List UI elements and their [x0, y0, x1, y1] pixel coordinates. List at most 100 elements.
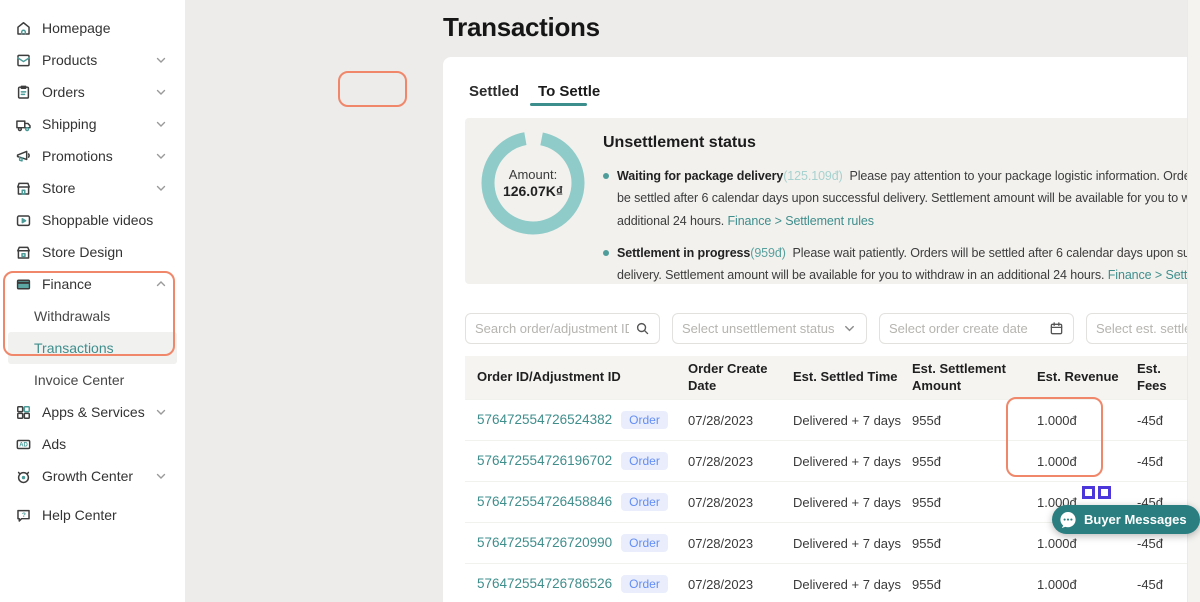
settlement-amount-select[interactable]: [1086, 313, 1200, 344]
svg-text:?: ?: [22, 511, 26, 518]
col-header-create-date: Order Create Date: [688, 361, 793, 394]
table-row: 576472554726524382Order 07/28/2023 Deliv…: [465, 399, 1200, 440]
sidebar-item-transactions[interactable]: Transactions: [8, 332, 177, 364]
tab-settled[interactable]: Settled: [468, 81, 520, 102]
chevron-up-icon: [155, 278, 167, 290]
est-revenue: 1.000đ: [1037, 413, 1137, 428]
bullet-bold-text: Settlement in progress: [617, 246, 750, 260]
chat-bubble-icon: [1059, 511, 1077, 529]
sidebar-item-products[interactable]: Products: [8, 44, 177, 76]
est-settlement-amount: 955đ: [912, 495, 1037, 510]
sidebar: Homepage Products Orders Shipping Promot…: [0, 0, 185, 602]
unsettlement-status-select[interactable]: [672, 313, 867, 344]
main-area: Transactions Settled To Settle Amount: 1…: [185, 0, 1200, 602]
sidebar-item-label: Homepage: [42, 20, 111, 36]
est-fees: -45đ: [1137, 454, 1192, 469]
seller-center-screen: Homepage Products Orders Shipping Promot…: [0, 0, 1200, 602]
calendar-icon: [1049, 321, 1064, 336]
sidebar-item-label: Invoice Center: [34, 372, 124, 388]
order-type-badge: Order: [621, 452, 668, 470]
sidebar-item-finance[interactable]: Finance: [8, 268, 177, 300]
settlement-amount-value[interactable]: [1096, 321, 1200, 336]
finance-card-icon: [15, 275, 33, 293]
order-id-link[interactable]: 576472554726458846: [477, 494, 612, 509]
sidebar-item-growth-center[interactable]: Growth Center: [8, 460, 177, 492]
order-create-date: 07/28/2023: [688, 495, 793, 510]
sidebar-item-homepage[interactable]: Homepage: [8, 12, 177, 44]
order-create-date-picker[interactable]: [879, 313, 1074, 344]
est-fees: -45đ: [1137, 577, 1192, 592]
chevron-down-icon: [155, 470, 167, 482]
sidebar-item-label: Apps & Services: [42, 404, 145, 420]
table-row: 576472554726786526 Order 07/28/2023 Deliv…: [465, 563, 1200, 602]
sidebar-item-label: Transactions: [34, 340, 114, 356]
unsettlement-donut-chart: Amount: 126.07K₫: [481, 131, 585, 235]
sidebar-item-invoice-center[interactable]: Invoice Center: [8, 364, 177, 396]
sidebar-item-label: Help Center: [42, 507, 117, 523]
sidebar-item-store[interactable]: Store: [8, 172, 177, 204]
sidebar-item-label: Growth Center: [42, 468, 133, 484]
megaphone-icon: [15, 147, 33, 165]
sidebar-item-label: Products: [42, 52, 97, 68]
order-id-link[interactable]: 576472554726196702: [477, 453, 612, 468]
sidebar-item-shoppable-videos[interactable]: Shoppable videos: [8, 204, 177, 236]
sidebar-item-apps-services[interactable]: Apps & Services: [8, 396, 177, 428]
order-type-badge: Order: [621, 534, 668, 552]
tab-bar: Settled To Settle: [468, 81, 601, 102]
order-create-date: 07/28/2023: [688, 577, 793, 592]
order-create-date: 07/28/2023: [688, 454, 793, 469]
sidebar-item-label: Shoppable videos: [42, 212, 153, 228]
chevron-down-icon: [155, 150, 167, 162]
settlement-rules-link[interactable]: Finance > Settlement rules: [727, 214, 873, 228]
sidebar-item-label: Orders: [42, 84, 85, 100]
video-icon: [15, 211, 33, 229]
sidebar-item-withdrawals[interactable]: Withdrawals: [8, 300, 177, 332]
sidebar-item-label: Withdrawals: [34, 308, 110, 324]
est-fees: -45đ: [1137, 413, 1192, 428]
sidebar-item-label: Ads: [42, 436, 66, 452]
order-id-link[interactable]: 576472554726524382: [477, 412, 612, 427]
sidebar-item-promotions[interactable]: Promotions: [8, 140, 177, 172]
store-design-icon: [15, 243, 33, 261]
active-tab-underline: [530, 103, 587, 106]
chevron-down-icon: [155, 54, 167, 66]
home-icon: [15, 19, 33, 37]
sidebar-item-store-design[interactable]: Store Design: [8, 236, 177, 268]
bullet-settlement-progress: Settlement in progress(959đ) Please wait…: [603, 242, 1200, 287]
order-type-badge: Order: [621, 575, 668, 593]
tab-to-settle[interactable]: To Settle: [537, 81, 601, 102]
growth-center-icon: [15, 467, 33, 485]
sidebar-item-ads[interactable]: AD Ads: [8, 428, 177, 460]
unsettlement-status-panel: Amount: 126.07K₫ Unsettlement status Wai…: [465, 118, 1200, 284]
search-order-filter[interactable]: [465, 313, 660, 344]
sidebar-item-help-center[interactable]: ? Help Center: [8, 499, 177, 531]
est-settled-time: Delivered + 7 days: [793, 495, 912, 510]
unsettlement-status-value[interactable]: [682, 321, 836, 336]
order-create-date-value[interactable]: [889, 321, 1043, 336]
chevron-down-icon: [155, 406, 167, 418]
est-settlement-amount: 955đ: [912, 413, 1037, 428]
sidebar-item-orders[interactable]: Orders: [8, 76, 177, 108]
est-revenue: 1.000đ: [1037, 454, 1137, 469]
orders-icon: [15, 83, 33, 101]
est-settlement-amount: 955đ: [912, 577, 1037, 592]
sidebar-item-label: Promotions: [42, 148, 113, 164]
ads-icon: AD: [15, 435, 33, 453]
search-order-input[interactable]: [475, 321, 629, 336]
svg-text:AD: AD: [19, 442, 28, 448]
search-icon: [635, 321, 650, 336]
chevron-down-icon: [155, 86, 167, 98]
sidebar-item-shipping[interactable]: Shipping: [8, 108, 177, 140]
est-settled-time: Delivered + 7 days: [793, 577, 912, 592]
unsettlement-text-block: Unsettlement status Waiting for package …: [603, 134, 1200, 296]
donut-amount-label: Amount:: [509, 167, 557, 182]
table-header-row: Order ID/Adjustment ID Order Create Date…: [465, 356, 1200, 399]
order-type-badge: Order: [621, 411, 668, 429]
apps-grid-icon: [15, 403, 33, 421]
order-id-link[interactable]: 576472554726720990: [477, 535, 612, 550]
storefront-icon: [15, 179, 33, 197]
order-id-link[interactable]: 576472554726786526: [477, 576, 612, 591]
help-bubble-icon: ?: [15, 506, 33, 524]
bullet-waiting-delivery: Waiting for package delivery(125.109đ) P…: [603, 165, 1200, 232]
buyer-messages-button[interactable]: Buyer Messages: [1052, 505, 1200, 534]
